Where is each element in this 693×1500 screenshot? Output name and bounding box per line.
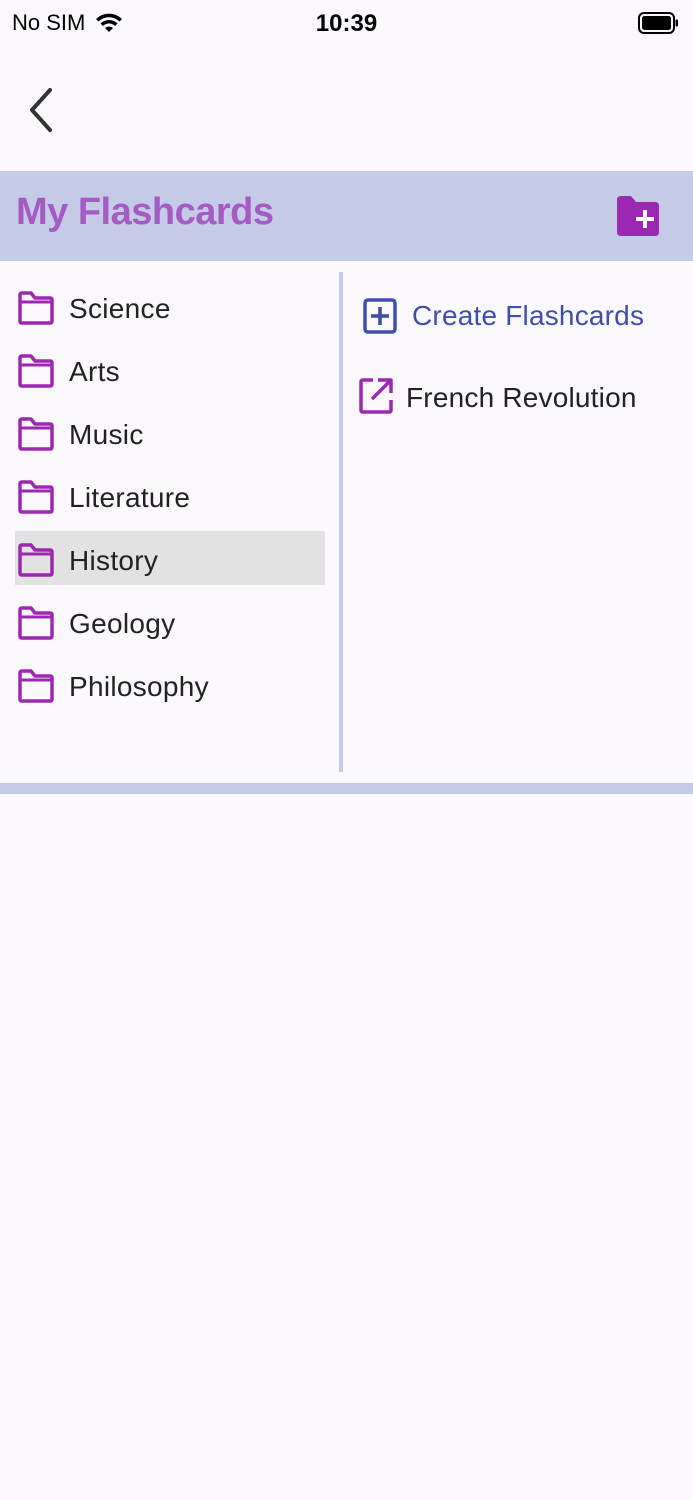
page-header: My Flashcards <box>0 171 693 261</box>
folder-icon <box>18 480 54 514</box>
panel-divider <box>339 272 343 772</box>
folder-icon <box>18 543 54 577</box>
status-time: 10:39 <box>315 10 378 37</box>
folder-label: Science <box>69 293 171 324</box>
folder-label: Arts <box>69 356 120 387</box>
folder-label: Literature <box>69 482 191 513</box>
add-box-icon <box>363 298 397 334</box>
folder-item-music[interactable]: Music <box>15 405 325 459</box>
section-divider <box>0 783 693 794</box>
create-flashcards-button[interactable]: Create Flashcards <box>356 290 686 346</box>
folder-icon <box>18 417 54 451</box>
folder-label: Music <box>69 419 144 450</box>
page-title: My Flashcards <box>16 191 274 233</box>
folder-item-arts[interactable]: Arts <box>15 342 325 396</box>
app-screen: No SIM 10:39 My Flashcards Science Arts … <box>0 0 693 1500</box>
battery-icon <box>638 12 678 34</box>
folder-item-philosophy[interactable]: Philosophy <box>15 657 325 711</box>
open-in-new-icon <box>359 378 393 414</box>
folder-icon <box>18 606 54 640</box>
folder-detail-panel: Create Flashcards French Revolution <box>356 290 686 430</box>
back-button[interactable] <box>24 84 60 136</box>
folder-item-literature[interactable]: Literature <box>15 468 325 522</box>
folder-list: Science Arts Music Literature History Ge… <box>15 279 325 720</box>
status-bar: No SIM 10:39 <box>0 0 693 48</box>
folder-icon <box>18 291 54 325</box>
folder-label: Philosophy <box>69 671 209 702</box>
folder-item-science[interactable]: Science <box>15 279 325 333</box>
folder-item-history[interactable]: History <box>15 531 325 585</box>
folder-icon <box>18 669 54 703</box>
folder-item-geology[interactable]: Geology <box>15 594 325 648</box>
new-folder-button[interactable] <box>615 194 661 238</box>
folder-icon <box>18 354 54 388</box>
create-flashcards-label: Create Flashcards <box>412 300 645 331</box>
deck-label: French Revolution <box>406 382 637 413</box>
deck-item-french-revolution[interactable]: French Revolution <box>356 374 686 430</box>
folder-plus-icon <box>617 196 659 236</box>
chevron-left-icon <box>30 88 52 132</box>
folder-label: Geology <box>69 608 176 639</box>
folder-label: History <box>69 545 159 576</box>
